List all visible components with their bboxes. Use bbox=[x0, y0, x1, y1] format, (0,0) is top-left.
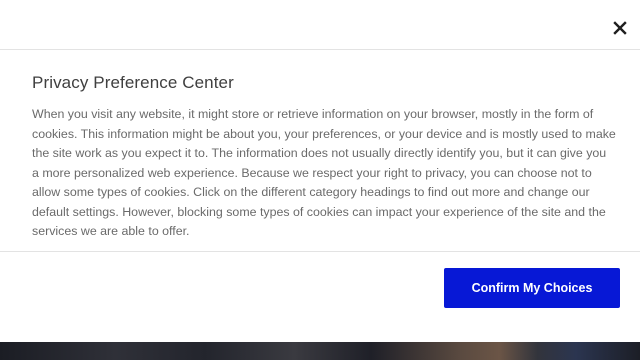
close-icon bbox=[613, 21, 627, 35]
dialog-title: Privacy Preference Center bbox=[32, 73, 234, 92]
background-page bbox=[0, 342, 640, 360]
confirm-my-choices-button[interactable]: Confirm My Choices bbox=[444, 268, 620, 308]
dialog-description: When you visit any website, it might sto… bbox=[32, 107, 616, 238]
dialog-footer: Confirm My Choices bbox=[0, 251, 640, 342]
privacy-preference-dialog: Privacy Preference Center When you visit… bbox=[0, 0, 640, 342]
dialog-header bbox=[0, 0, 640, 50]
close-button[interactable] bbox=[612, 20, 628, 36]
